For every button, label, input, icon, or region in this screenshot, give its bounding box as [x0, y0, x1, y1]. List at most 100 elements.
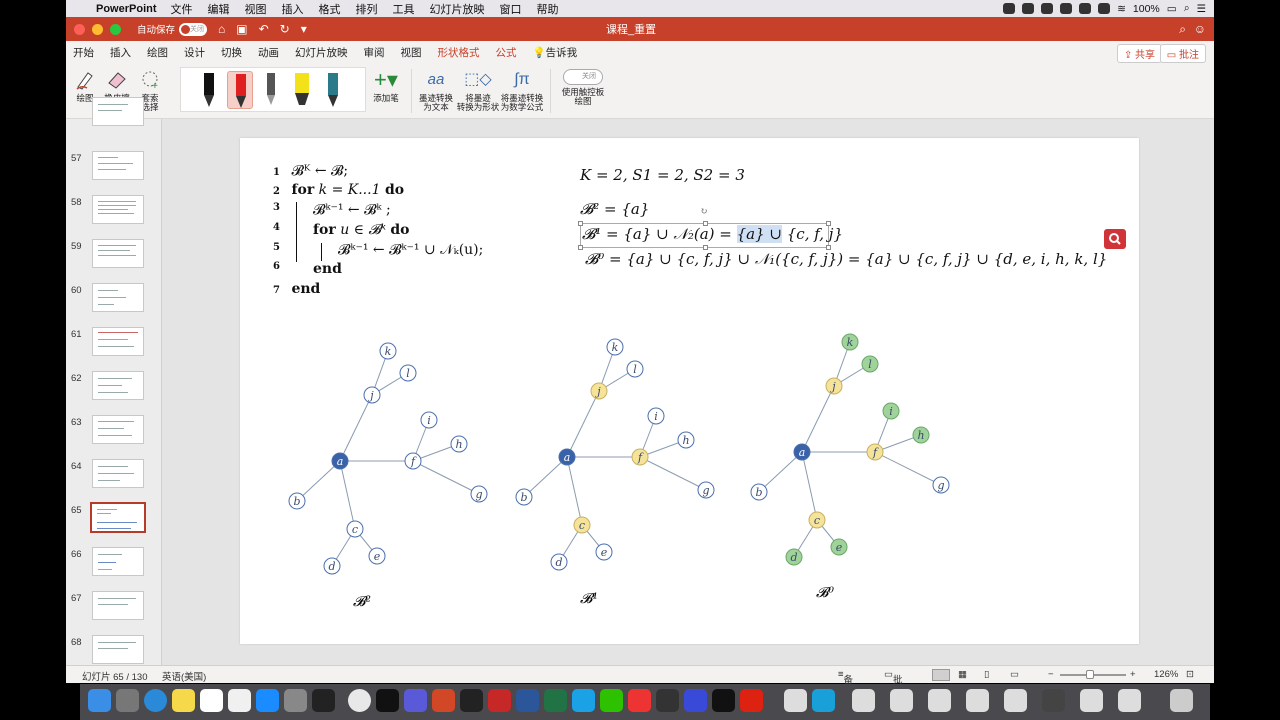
menu-slideshow[interactable]: 幻灯片放映	[430, 1, 485, 17]
notes-app-icon[interactable]	[172, 689, 195, 712]
b2-equation[interactable]: 𝓑² = {a}	[580, 200, 649, 218]
thumbnail-image[interactable]	[92, 151, 144, 180]
tab-home[interactable]: 开始	[73, 42, 94, 63]
trash-icon[interactable]	[1170, 689, 1193, 712]
thumbnail-image[interactable]	[92, 591, 144, 620]
youdao-dict-icon[interactable]	[740, 689, 763, 712]
resize-handle[interactable]	[578, 245, 583, 250]
pen-red[interactable]	[227, 71, 253, 109]
tab-insert[interactable]: 插入	[110, 42, 131, 63]
minimized-window-7[interactable]	[1080, 689, 1103, 712]
thumbnail-image[interactable]	[92, 283, 144, 312]
thumbnail-image[interactable]	[92, 635, 144, 664]
thumbnail-64[interactable]: 64	[66, 459, 162, 495]
pycharm-icon[interactable]	[460, 689, 483, 712]
launchpad-icon[interactable]	[116, 689, 139, 712]
thumbnail-67[interactable]: 67	[66, 591, 162, 627]
minimized-window-4[interactable]	[966, 689, 989, 712]
language-indicator[interactable]: 英语(美国)	[162, 669, 206, 683]
zoom-in-button[interactable]: +	[1130, 669, 1136, 680]
fit-slide-button[interactable]: ⊡	[1186, 669, 1194, 680]
thumbnail-image[interactable]	[92, 371, 144, 400]
thumbnail-image[interactable]	[92, 415, 144, 444]
zoom-level[interactable]: 126%	[1154, 669, 1178, 680]
menu-view[interactable]: 视图	[245, 1, 267, 17]
clipboard-icon[interactable]	[1079, 3, 1092, 14]
calendar-icon[interactable]	[200, 689, 223, 712]
slideshow-view-button[interactable]: ▭	[1010, 669, 1019, 680]
b1-equation[interactable]: 𝓑¹ = {a} ∪ 𝒩₂(a) = {a} ∪ {c, f, j}	[582, 225, 843, 243]
search-icon[interactable]: ⌕	[1184, 2, 1190, 15]
thumbnail-image[interactable]	[92, 239, 144, 268]
tab-design[interactable]: 设计	[184, 42, 205, 63]
menu-help[interactable]: 帮助	[537, 1, 559, 17]
baidu-netdisk-icon[interactable]	[404, 689, 427, 712]
tab-shape-format[interactable]: 形状格式	[438, 42, 480, 63]
normal-view-button[interactable]	[932, 669, 950, 681]
thumbnail-image[interactable]	[92, 547, 144, 576]
notes-button[interactable]: ≡ 备注	[838, 669, 853, 700]
add-pen-button[interactable]: +▾ 添加笔	[366, 69, 406, 103]
thumbnail-image[interactable]	[90, 502, 146, 533]
app-store-icon[interactable]	[256, 689, 279, 712]
thumbnail-57[interactable]: 57	[66, 151, 162, 187]
terminal-icon[interactable]	[376, 689, 399, 712]
tab-view[interactable]: 视图	[401, 42, 422, 63]
record-icon[interactable]	[1022, 3, 1035, 14]
home-icon[interactable]: ⌂	[218, 22, 225, 36]
minimized-window-8[interactable]	[1118, 689, 1141, 712]
activity-monitor-icon[interactable]	[312, 689, 335, 712]
comments-status-button[interactable]: ▭ 批注	[884, 669, 903, 700]
camera-icon[interactable]	[1003, 3, 1016, 14]
params-equation[interactable]: K = 2, S1 = 2, S2 = 3	[580, 166, 745, 184]
save-icon[interactable]: ▣	[236, 22, 247, 36]
b0-equation[interactable]: 𝓑⁰ = {a} ∪ {c, f, j} ∪ 𝒩₁({c, f, j}) = {…	[585, 250, 1107, 268]
tab-transitions[interactable]: 切换	[221, 42, 242, 63]
preview-icon[interactable]	[812, 689, 835, 712]
minimized-window-6[interactable]	[1042, 689, 1065, 712]
sublime-icon[interactable]	[656, 689, 679, 712]
sync-icon[interactable]	[1041, 3, 1054, 14]
thumbnail-58[interactable]: 58	[66, 195, 162, 231]
thumbnail-image[interactable]	[92, 195, 144, 224]
ink-to-math-button[interactable]: ∫π 将墨迹转换 为数学公式	[500, 69, 544, 112]
wifi-icon[interactable]: ≋	[1117, 3, 1126, 15]
screen-recorder-icon[interactable]	[712, 689, 735, 712]
thumbnail-59[interactable]: 59	[66, 239, 162, 275]
battery-icon[interactable]: ▭	[1167, 3, 1177, 15]
title-search-icon[interactable]: ⌕	[1179, 22, 1186, 37]
zoom-slider[interactable]	[1060, 670, 1126, 679]
input-method-icon[interactable]	[1098, 3, 1111, 14]
netease-music-icon[interactable]	[628, 689, 651, 712]
draw-with-trackpad-toggle[interactable]: 关闭 使用触控板 绘图	[558, 69, 608, 106]
menu-edit[interactable]: 编辑	[208, 1, 230, 17]
menu-tools[interactable]: 工具	[393, 1, 415, 17]
undo-icon[interactable]: ↶	[259, 22, 269, 36]
thumbnail-61[interactable]: 61	[66, 327, 162, 363]
thumbnail-image[interactable]	[92, 459, 144, 488]
autosave-toggle[interactable]: 关闭	[179, 22, 208, 36]
powerpoint-icon[interactable]	[432, 689, 455, 712]
menu-window[interactable]: 窗口	[500, 1, 522, 17]
ink-to-text-button[interactable]: aa 墨迹转换 为文本	[416, 69, 456, 112]
hbuilder-icon[interactable]	[684, 689, 707, 712]
reading-view-button[interactable]: ▯	[984, 669, 989, 680]
network-icon[interactable]	[1060, 3, 1073, 14]
document-stack-icon[interactable]	[784, 689, 807, 712]
menu-file[interactable]: 文件	[171, 1, 193, 17]
chrome-icon[interactable]	[348, 689, 371, 712]
system-preferences-icon[interactable]	[284, 689, 307, 712]
minimized-window-5[interactable]	[1004, 689, 1027, 712]
pencil-gray[interactable]	[258, 71, 284, 109]
excel-icon[interactable]	[544, 689, 567, 712]
thumbnail-60[interactable]: 60	[66, 283, 162, 319]
tab-equation[interactable]: 公式	[496, 42, 517, 63]
minimized-window-3[interactable]	[928, 689, 951, 712]
slide[interactable]: 1 𝓑ᴷ ← 𝓑; 2 for k = K...1 do 3 𝓑ᵏ⁻¹ ← 𝓑ᵏ …	[240, 138, 1139, 644]
zoom-slider-thumb[interactable]	[1086, 670, 1094, 679]
highlighter-yellow[interactable]	[289, 71, 315, 109]
pen-black[interactable]	[196, 71, 222, 109]
rotate-handle-icon[interactable]: ↻	[700, 207, 708, 217]
redo-icon[interactable]: ↻	[280, 22, 290, 36]
slide-sorter-button[interactable]: ▦	[958, 669, 967, 680]
